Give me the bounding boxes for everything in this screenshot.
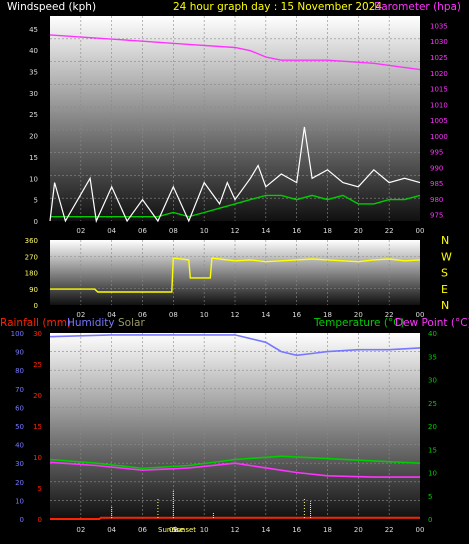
y-tick-right: 975 [430, 212, 443, 220]
x-tick-label: 00 [416, 526, 425, 534]
y-tick-humidity: 20 [15, 479, 24, 487]
y-tick-rain: 5 [38, 485, 42, 493]
weather-graphs: Windspeed (kph) 24 hour graph day : 15 N… [0, 1, 469, 534]
dewpoint-label: Dew Point (°C) [395, 317, 469, 329]
compass-label: E [441, 283, 448, 296]
x-tick-label: 04 [107, 526, 116, 534]
y-tick-left: 35 [29, 69, 38, 77]
sunset-label: Sunset [172, 526, 196, 534]
y-tick-left: 10 [29, 175, 38, 183]
y-tick-rain: 0 [38, 516, 42, 524]
y-tick-direction: 90 [29, 286, 38, 294]
y-tick-right: 995 [430, 149, 443, 157]
x-tick-label: 02 [76, 526, 85, 534]
y-tick-right: 1035 [430, 22, 448, 30]
y-tick-right: 1005 [430, 117, 448, 125]
x-tick-label: 16 [292, 311, 301, 319]
x-tick-label: 10 [200, 227, 209, 235]
x-tick-label: 14 [261, 227, 270, 235]
y-tick-right: 980 [430, 196, 443, 204]
y-tick-temperature: 20 [428, 423, 437, 431]
y-tick-temperature: 10 [428, 470, 437, 478]
y-tick-humidity: 60 [15, 404, 24, 412]
y-tick-direction: 360 [25, 237, 38, 245]
y-tick-rain: 25 [33, 361, 42, 369]
x-tick-label: 06 [138, 227, 147, 235]
temperature-label: Temperature (°C) [313, 317, 405, 329]
x-tick-label: 08 [169, 227, 178, 235]
y-tick-temperature: 15 [428, 446, 437, 454]
y-tick-humidity: 80 [15, 367, 24, 375]
x-tick-label: 12 [231, 311, 240, 319]
y-tick-humidity: 10 [15, 497, 24, 505]
x-tick-label: 06 [138, 526, 147, 534]
x-tick-label: 10 [200, 526, 209, 534]
x-tick-label: 22 [385, 526, 394, 534]
y-tick-right: 990 [430, 164, 443, 172]
compass-label: N [441, 299, 449, 312]
x-tick-label: 14 [261, 526, 270, 534]
x-tick-label: 18 [323, 227, 332, 235]
compass-label: N [441, 234, 449, 247]
x-tick-label: 20 [354, 526, 363, 534]
x-tick-label: 02 [76, 227, 85, 235]
y-tick-humidity: 100 [11, 330, 24, 338]
y-tick-right: 1000 [430, 133, 448, 141]
y-tick-temperature: 30 [428, 377, 437, 385]
y-tick-left: 30 [29, 90, 38, 98]
y-tick-humidity: 30 [15, 460, 24, 468]
x-tick-label: 12 [231, 227, 240, 235]
y-tick-direction: 270 [25, 253, 38, 261]
x-tick-label: 18 [323, 526, 332, 534]
y-tick-rain: 20 [33, 392, 42, 400]
x-tick-label: 16 [292, 526, 301, 534]
y-tick-temperature: 40 [428, 330, 437, 338]
y-tick-left: 45 [29, 26, 38, 34]
barometer-label: Barometer (hpa) [374, 1, 461, 13]
y-tick-temperature: 0 [428, 516, 432, 524]
y-tick-left: 20 [29, 133, 38, 141]
rainfall-label: Rainfall (mm) [0, 317, 71, 329]
x-tick-label: 20 [354, 227, 363, 235]
y-tick-right: 985 [430, 180, 443, 188]
y-tick-humidity: 40 [15, 442, 24, 450]
y-tick-rain: 15 [33, 423, 42, 431]
y-tick-right: 1030 [430, 38, 448, 46]
wind-panel [50, 16, 420, 221]
y-tick-temperature: 35 [428, 353, 437, 361]
chart-title: 24 hour graph day : 15 November 2024 [173, 1, 382, 13]
x-tick-label: 22 [385, 227, 394, 235]
y-tick-left: 5 [34, 197, 38, 205]
y-tick-left: 15 [29, 154, 38, 162]
y-tick-right: 1020 [430, 70, 448, 78]
x-tick-label: 14 [261, 311, 270, 319]
y-tick-rain: 10 [33, 454, 42, 462]
y-tick-humidity: 50 [15, 423, 24, 431]
x-tick-label: 04 [107, 227, 116, 235]
x-tick-label: 08 [169, 311, 178, 319]
y-tick-right: 1010 [430, 101, 448, 109]
y-tick-temperature: 5 [428, 493, 432, 501]
solar-label: Solar [118, 317, 145, 329]
y-tick-direction: 180 [25, 270, 38, 278]
y-tick-left: 0 [34, 218, 38, 226]
y-tick-direction: 0 [34, 302, 38, 310]
x-tick-label: 16 [292, 227, 301, 235]
y-tick-right: 1015 [430, 86, 448, 94]
compass-label: W [441, 250, 452, 263]
humidity-label: Humidity [67, 317, 115, 329]
y-tick-temperature: 25 [428, 400, 437, 408]
y-tick-humidity: 90 [15, 349, 24, 357]
compass-label: S [441, 267, 448, 280]
y-tick-right: 1025 [430, 54, 448, 62]
y-tick-rain: 30 [33, 330, 42, 338]
windspeed-label: Windspeed (kph) [7, 1, 96, 13]
y-tick-left: 40 [29, 47, 38, 55]
y-tick-humidity: 70 [15, 386, 24, 394]
x-tick-label: 00 [416, 227, 425, 235]
y-tick-humidity: 0 [20, 516, 24, 524]
x-tick-label: 12 [231, 526, 240, 534]
x-tick-label: 10 [200, 311, 209, 319]
y-tick-left: 25 [29, 111, 38, 119]
